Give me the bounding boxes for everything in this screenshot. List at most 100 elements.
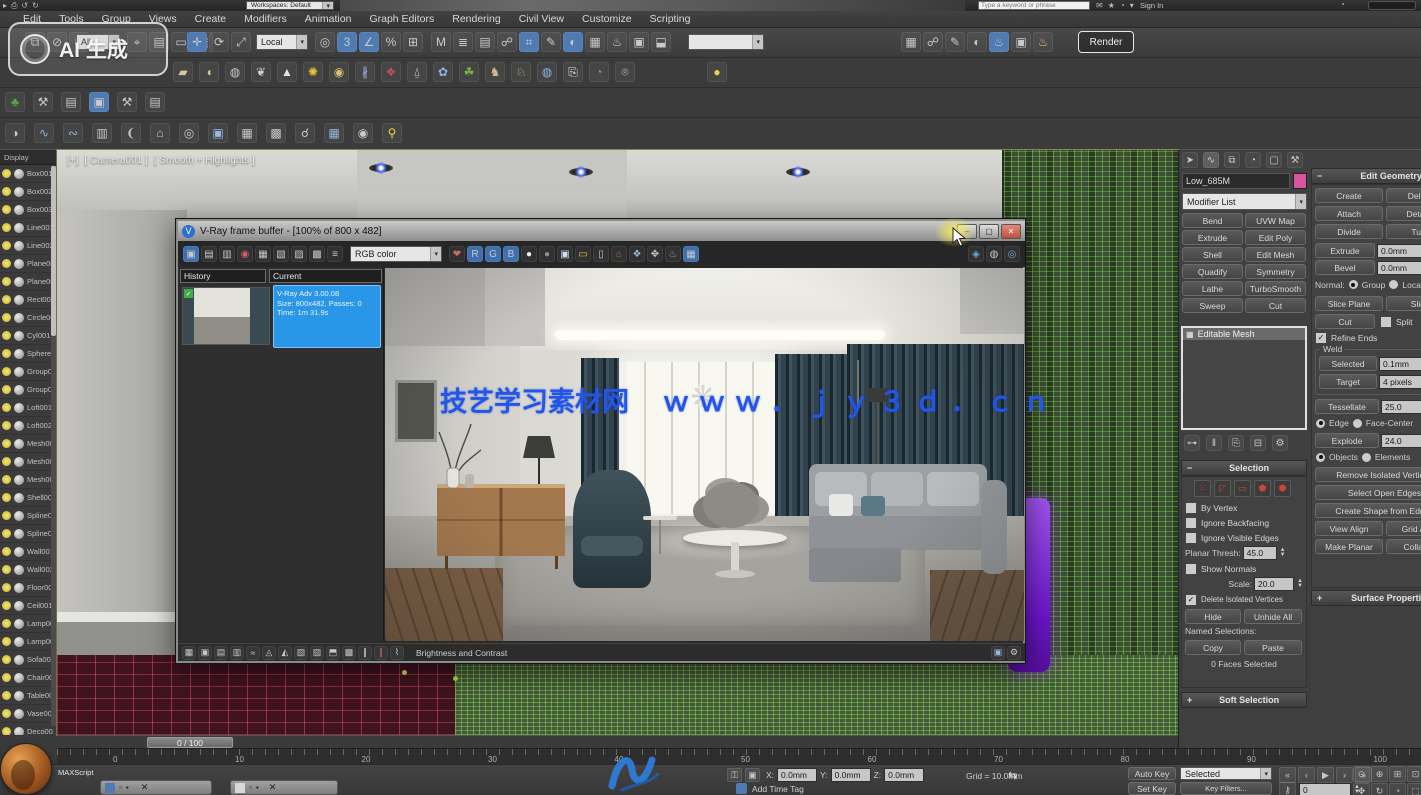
toolbar-icon[interactable]: ▦ [237,123,257,143]
toolbar-icon[interactable]: ⚒ [33,92,53,112]
scatter-object-icon[interactable]: ♘ [511,62,531,82]
rollout-header-selection[interactable]: −Selection [1181,460,1307,476]
selection-checkbox[interactable]: By Vertex [1185,500,1303,515]
toolbar-icon[interactable]: ▤ [475,32,495,52]
vfb-channel-dropdown[interactable]: RGB color▾ [350,246,442,262]
vfb-correction-icon[interactable]: ▨ [310,646,324,660]
infocenter-icon[interactable]: ★ [1108,1,1115,10]
vfb-toolbar-icon[interactable]: ▯ [593,246,609,262]
vfb-toolbar-icon[interactable]: ⌂ [611,246,627,262]
scene-object-row[interactable]: Table001 [0,687,56,705]
modifier-button[interactable]: UVW Map [1245,213,1306,228]
visibility-bulb-icon[interactable] [2,727,11,735]
subobject-mode-icon[interactable]: ⬢ [1274,480,1291,497]
vfb-correction-icon[interactable]: ❙ [374,646,388,660]
command-panel-tab[interactable]: ⧉ [1224,152,1240,168]
radio-objects[interactable] [1315,452,1326,463]
edit-geometry-button[interactable]: Delete [1386,188,1421,203]
scatter-object-icon[interactable]: ❖ [381,62,401,82]
toolbar-icon[interactable]: ◐ [563,32,583,52]
weld-button[interactable]: Target [1319,374,1377,389]
hide-button[interactable]: Hide [1185,609,1241,624]
toolbar-icon[interactable]: ⌗ [519,32,539,52]
scatter-object-icon[interactable]: ♞ [485,62,505,82]
scatter-object-icon[interactable]: ◍ [225,62,245,82]
edit-geometry-button[interactable]: Attach [1315,206,1383,221]
visibility-bulb-icon[interactable] [2,691,11,700]
scene-object-row[interactable]: Shell001 [0,489,56,507]
vfb-toolbar-icon[interactable]: ◉ [237,246,253,262]
scene-object-row[interactable]: Loft002 [0,417,56,435]
viewport-camera-label[interactable]: [ Camera001 ] [84,155,147,166]
minimize-icon[interactable]: ▫ [119,783,122,792]
minimize-icon[interactable]: ▫ [249,783,252,792]
vfb-toolbar-icon[interactable]: ▤ [201,246,217,262]
visibility-bulb-icon[interactable] [2,241,11,250]
toolbar-icon[interactable]: ◎ [315,32,335,52]
edit-geometry-button[interactable]: Make Planar [1315,539,1383,554]
toolbar-icon[interactable]: ▤ [145,92,165,112]
viewport-nav-icon[interactable]: ⊞ [1389,766,1406,782]
bevel-field[interactable]: 0.0mm [1377,261,1421,275]
toolbar-icon[interactable]: ▦ [324,123,344,143]
toolbar-icon[interactable]: ▥ [92,123,112,143]
toolbar-icon[interactable]: ▩ [266,123,286,143]
visibility-bulb-icon[interactable] [2,673,11,682]
toolbar-icon[interactable]: ⚒ [117,92,137,112]
toolbar-icon[interactable]: ⟳ [209,32,229,52]
modifier-button[interactable]: Sweep [1182,298,1243,313]
quick-access-icon[interactable]: ⎙ [11,1,17,11]
stack-toolbar-icon[interactable]: ⎘ [1228,435,1244,451]
checkbox-box[interactable]: ✓ [1185,594,1197,606]
scene-object-row[interactable]: Lamp002 [0,633,56,651]
cut-button[interactable]: Cut [1315,314,1375,329]
vfb-toolbar-icon[interactable]: ▧ [273,246,289,262]
infocenter-icon[interactable]: ▾ [1130,1,1134,10]
visibility-bulb-icon[interactable] [2,259,11,268]
vfb-correction-icon[interactable]: ⌇ [390,646,404,660]
toolbar-icon[interactable]: ♣ [5,92,25,112]
vfb-toolbar-icon[interactable]: ▦ [255,246,271,262]
modifier-button[interactable]: Bend [1182,213,1243,228]
history-thumbnail[interactable]: ✓ [182,287,270,345]
vfb-toolbar-icon[interactable]: ▩ [309,246,325,262]
edit-geometry-wide-button[interactable]: Remove Isolated Vertices [1315,467,1421,482]
tessellate-button[interactable]: Tessellate [1315,399,1379,414]
vfb-toolbar-icon[interactable]: ▭ [575,246,591,262]
visibility-bulb-icon[interactable] [2,223,11,232]
vfb-corner-icon[interactable]: ▣ [991,646,1005,660]
stack-toolbar-icon[interactable]: ‖ [1206,435,1222,451]
stack-toolbar-icon[interactable]: ⊶ [1184,435,1200,451]
render-button[interactable]: Render [1078,31,1134,53]
modifier-button[interactable]: Symmetry [1245,264,1306,279]
visibility-bulb-icon[interactable] [2,385,11,394]
visibility-bulb-icon[interactable] [2,457,11,466]
menu-item[interactable]: Rendering [443,13,509,25]
scatter-object-icon[interactable]: ⍙ [407,62,427,82]
subobject-mode-icon[interactable]: ▭ [1234,480,1251,497]
viewport-nav-icon[interactable]: ◔ [1389,783,1406,795]
copy-button[interactable]: Copy [1185,640,1241,655]
vfb-corner-icon[interactable]: ⚙ [1007,646,1021,660]
toolbar-icon[interactable]: ☍ [497,32,517,52]
quick-access-icon[interactable]: ↺ [21,1,28,10]
explode-button[interactable]: Explode [1315,433,1379,448]
vfb-correction-icon[interactable]: ▦ [182,646,196,660]
quick-access-icon[interactable]: ↻ [32,1,39,10]
radio-local[interactable] [1388,279,1399,290]
visibility-bulb-icon[interactable] [2,583,11,592]
checkbox-box[interactable] [1185,502,1197,514]
vfb-toolbar-icon[interactable]: ● [521,246,537,262]
vfb-correction-icon[interactable]: ❙ [358,646,372,660]
vfb-correction-icon[interactable]: ▣ [198,646,212,660]
infocenter-icon[interactable]: ✉ [1096,1,1103,10]
checkbox-box[interactable] [1380,316,1392,328]
visibility-bulb-icon[interactable] [2,277,11,286]
key-filters-button[interactable]: Key Filters... [1180,782,1272,795]
toolbar-icon[interactable]: % [381,32,401,52]
minimized-window[interactable]: ▫ ▪ ✕ [230,780,338,795]
stack-toolbar-icon[interactable]: ⊟ [1250,435,1266,451]
history-entry-info[interactable]: V-Ray Adv 3.00.08Size: 800x482, Passes: … [273,285,381,348]
x-coord-field[interactable]: 0.0mm [777,768,817,782]
menu-item[interactable]: Create [186,13,236,25]
